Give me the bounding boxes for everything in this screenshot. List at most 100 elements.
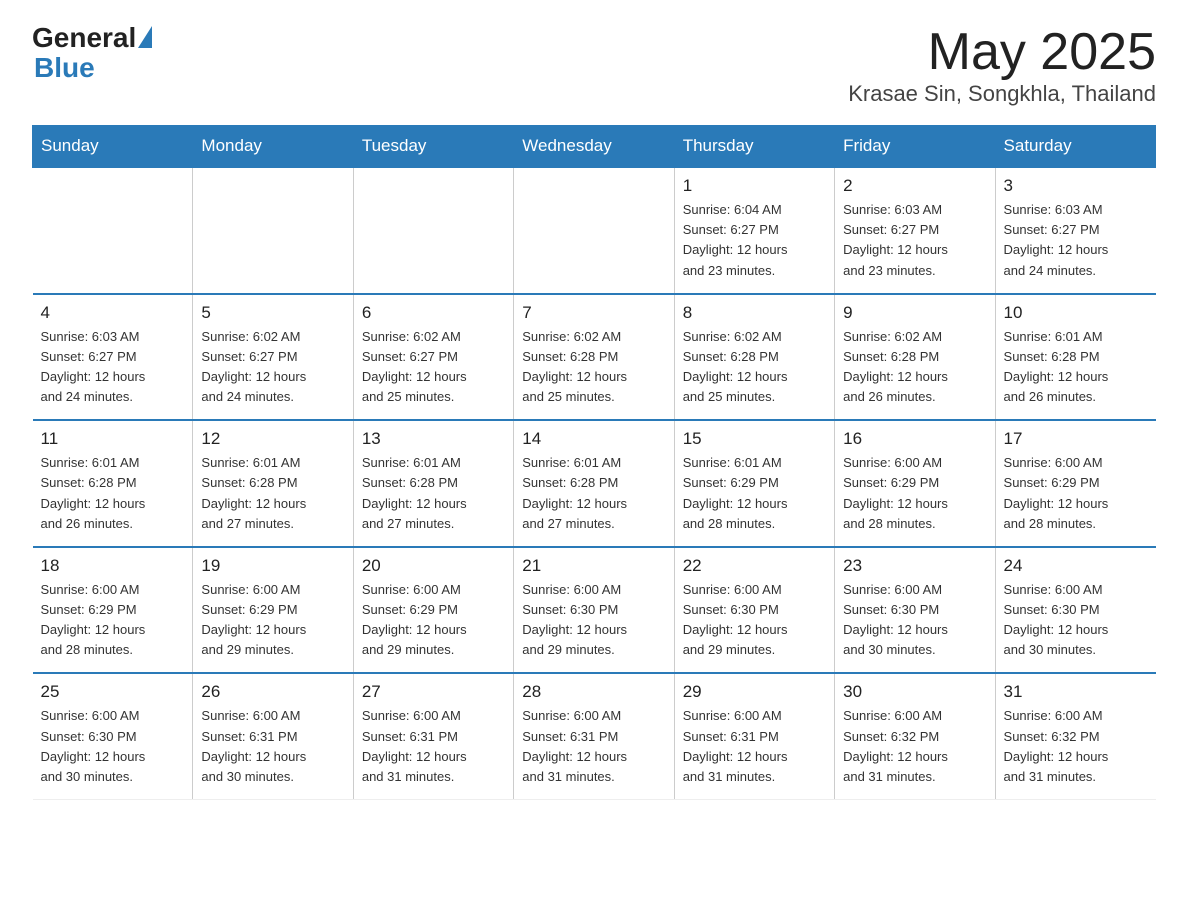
day-info: Sunrise: 6:00 AMSunset: 6:31 PMDaylight:… bbox=[201, 706, 344, 787]
day-number: 22 bbox=[683, 556, 826, 576]
logo: General Blue bbox=[32, 24, 152, 84]
header-thursday: Thursday bbox=[674, 126, 834, 168]
calendar-cell: 4 Sunrise: 6:03 AMSunset: 6:27 PMDaylight… bbox=[33, 294, 193, 421]
calendar-cell bbox=[193, 167, 353, 294]
calendar-header-row: SundayMondayTuesdayWednesdayThursdayFrid… bbox=[33, 126, 1156, 168]
calendar-week-row: 4 Sunrise: 6:03 AMSunset: 6:27 PMDaylight… bbox=[33, 294, 1156, 421]
day-number: 25 bbox=[41, 682, 185, 702]
day-info: Sunrise: 6:02 AMSunset: 6:28 PMDaylight:… bbox=[522, 327, 665, 408]
day-info: Sunrise: 6:00 AMSunset: 6:29 PMDaylight:… bbox=[201, 580, 344, 661]
calendar-cell: 5Sunrise: 6:02 AMSunset: 6:27 PMDaylight… bbox=[193, 294, 353, 421]
day-number: 23 bbox=[843, 556, 986, 576]
logo-blue-text: Blue bbox=[34, 52, 95, 83]
calendar-cell: 8Sunrise: 6:02 AMSunset: 6:28 PMDaylight… bbox=[674, 294, 834, 421]
day-info: Sunrise: 6:00 AMSunset: 6:32 PMDaylight:… bbox=[843, 706, 986, 787]
calendar-cell bbox=[514, 167, 674, 294]
calendar-cell: 13 Sunrise: 6:01 AMSunset: 6:28 PMDayligh… bbox=[353, 420, 513, 547]
logo-triangle-icon bbox=[138, 26, 152, 48]
calendar-cell: 16 Sunrise: 6:00 AMSunset: 6:29 PMDayligh… bbox=[835, 420, 995, 547]
calendar-cell: 6Sunrise: 6:02 AMSunset: 6:27 PMDaylight… bbox=[353, 294, 513, 421]
calendar-week-row: 1 Sunrise: 6:04 AMSunset: 6:27 PMDaylight… bbox=[33, 167, 1156, 294]
calendar-cell bbox=[353, 167, 513, 294]
day-info: Sunrise: 6:03 AMSunset: 6:27 PMDaylight:… bbox=[843, 200, 986, 281]
day-info: Sunrise: 6:03 AMSunset: 6:27 PMDaylight:… bbox=[41, 327, 185, 408]
calendar-week-row: 18Sunrise: 6:00 AMSunset: 6:29 PMDayligh… bbox=[33, 547, 1156, 674]
day-number: 27 bbox=[362, 682, 505, 702]
day-number: 4 bbox=[41, 303, 185, 323]
day-number: 28 bbox=[522, 682, 665, 702]
day-info: Sunrise: 6:03 AMSunset: 6:27 PMDaylight:… bbox=[1004, 200, 1148, 281]
calendar-cell: 22 Sunrise: 6:00 AMSunset: 6:30 PMDayligh… bbox=[674, 547, 834, 674]
day-number: 15 bbox=[683, 429, 826, 449]
day-number: 6 bbox=[362, 303, 505, 323]
page-header: General Blue May 2025 Krasae Sin, Songkh… bbox=[32, 24, 1156, 107]
calendar-title: May 2025 bbox=[848, 24, 1156, 81]
calendar-cell: 12 Sunrise: 6:01 AMSunset: 6:28 PMDayligh… bbox=[193, 420, 353, 547]
day-number: 24 bbox=[1004, 556, 1148, 576]
day-number: 11 bbox=[41, 429, 185, 449]
calendar-cell: 17 Sunrise: 6:00 AMSunset: 6:29 PMDayligh… bbox=[995, 420, 1155, 547]
day-info: Sunrise: 6:00 AMSunset: 6:29 PMDaylight:… bbox=[843, 453, 986, 534]
calendar-cell: 11 Sunrise: 6:01 AMSunset: 6:28 PMDayligh… bbox=[33, 420, 193, 547]
calendar-week-row: 25Sunrise: 6:00 AMSunset: 6:30 PMDayligh… bbox=[33, 673, 1156, 799]
day-number: 1 bbox=[683, 176, 826, 196]
calendar-cell: 31 Sunrise: 6:00 AMSunset: 6:32 PMDayligh… bbox=[995, 673, 1155, 799]
day-number: 8 bbox=[683, 303, 826, 323]
day-number: 21 bbox=[522, 556, 665, 576]
day-number: 9 bbox=[843, 303, 986, 323]
calendar-cell: 26 Sunrise: 6:00 AMSunset: 6:31 PMDayligh… bbox=[193, 673, 353, 799]
day-info: Sunrise: 6:01 AMSunset: 6:28 PMDaylight:… bbox=[41, 453, 185, 534]
calendar-cell: 7 Sunrise: 6:02 AMSunset: 6:28 PMDaylight… bbox=[514, 294, 674, 421]
day-info: Sunrise: 6:00 AMSunset: 6:30 PMDaylight:… bbox=[522, 580, 665, 661]
day-info: Sunrise: 6:00 AMSunset: 6:29 PMDaylight:… bbox=[362, 580, 505, 661]
day-number: 17 bbox=[1004, 429, 1148, 449]
header-wednesday: Wednesday bbox=[514, 126, 674, 168]
calendar-cell: 3Sunrise: 6:03 AMSunset: 6:27 PMDaylight… bbox=[995, 167, 1155, 294]
day-number: 30 bbox=[843, 682, 986, 702]
day-number: 26 bbox=[201, 682, 344, 702]
calendar-cell: 10 Sunrise: 6:01 AMSunset: 6:28 PMDayligh… bbox=[995, 294, 1155, 421]
day-info: Sunrise: 6:00 AMSunset: 6:31 PMDaylight:… bbox=[522, 706, 665, 787]
day-number: 14 bbox=[522, 429, 665, 449]
day-info: Sunrise: 6:04 AMSunset: 6:27 PMDaylight:… bbox=[683, 200, 826, 281]
calendar-cell: 14 Sunrise: 6:01 AMSunset: 6:28 PMDayligh… bbox=[514, 420, 674, 547]
day-info: Sunrise: 6:00 AMSunset: 6:29 PMDaylight:… bbox=[41, 580, 185, 661]
day-number: 13 bbox=[362, 429, 505, 449]
day-number: 20 bbox=[362, 556, 505, 576]
header-friday: Friday bbox=[835, 126, 995, 168]
calendar-cell: 28 Sunrise: 6:00 AMSunset: 6:31 PMDayligh… bbox=[514, 673, 674, 799]
calendar-week-row: 11 Sunrise: 6:01 AMSunset: 6:28 PMDayligh… bbox=[33, 420, 1156, 547]
day-info: Sunrise: 6:00 AMSunset: 6:30 PMDaylight:… bbox=[683, 580, 826, 661]
calendar-table: SundayMondayTuesdayWednesdayThursdayFrid… bbox=[32, 125, 1156, 800]
calendar-cell: 2Sunrise: 6:03 AMSunset: 6:27 PMDaylight… bbox=[835, 167, 995, 294]
day-number: 19 bbox=[201, 556, 344, 576]
day-number: 16 bbox=[843, 429, 986, 449]
calendar-cell: 23Sunrise: 6:00 AMSunset: 6:30 PMDayligh… bbox=[835, 547, 995, 674]
header-monday: Monday bbox=[193, 126, 353, 168]
day-info: Sunrise: 6:01 AMSunset: 6:28 PMDaylight:… bbox=[1004, 327, 1148, 408]
header-tuesday: Tuesday bbox=[353, 126, 513, 168]
day-info: Sunrise: 6:00 AMSunset: 6:29 PMDaylight:… bbox=[1004, 453, 1148, 534]
day-number: 10 bbox=[1004, 303, 1148, 323]
calendar-cell: 30 Sunrise: 6:00 AMSunset: 6:32 PMDayligh… bbox=[835, 673, 995, 799]
logo-general-text: General bbox=[32, 24, 136, 52]
calendar-cell: 25Sunrise: 6:00 AMSunset: 6:30 PMDayligh… bbox=[33, 673, 193, 799]
day-number: 31 bbox=[1004, 682, 1148, 702]
day-info: Sunrise: 6:00 AMSunset: 6:32 PMDaylight:… bbox=[1004, 706, 1148, 787]
calendar-cell: 18Sunrise: 6:00 AMSunset: 6:29 PMDayligh… bbox=[33, 547, 193, 674]
day-info: Sunrise: 6:01 AMSunset: 6:28 PMDaylight:… bbox=[522, 453, 665, 534]
day-info: Sunrise: 6:00 AMSunset: 6:30 PMDaylight:… bbox=[1004, 580, 1148, 661]
calendar-cell bbox=[33, 167, 193, 294]
calendar-cell: 20 Sunrise: 6:00 AMSunset: 6:29 PMDayligh… bbox=[353, 547, 513, 674]
day-number: 7 bbox=[522, 303, 665, 323]
calendar-cell: 15Sunrise: 6:01 AMSunset: 6:29 PMDayligh… bbox=[674, 420, 834, 547]
day-number: 12 bbox=[201, 429, 344, 449]
day-info: Sunrise: 6:02 AMSunset: 6:28 PMDaylight:… bbox=[843, 327, 986, 408]
day-info: Sunrise: 6:01 AMSunset: 6:28 PMDaylight:… bbox=[362, 453, 505, 534]
calendar-subtitle: Krasae Sin, Songkhla, Thailand bbox=[848, 81, 1156, 107]
day-number: 29 bbox=[683, 682, 826, 702]
calendar-cell: 1 Sunrise: 6:04 AMSunset: 6:27 PMDaylight… bbox=[674, 167, 834, 294]
calendar-cell: 19 Sunrise: 6:00 AMSunset: 6:29 PMDayligh… bbox=[193, 547, 353, 674]
header-saturday: Saturday bbox=[995, 126, 1155, 168]
day-info: Sunrise: 6:01 AMSunset: 6:28 PMDaylight:… bbox=[201, 453, 344, 534]
